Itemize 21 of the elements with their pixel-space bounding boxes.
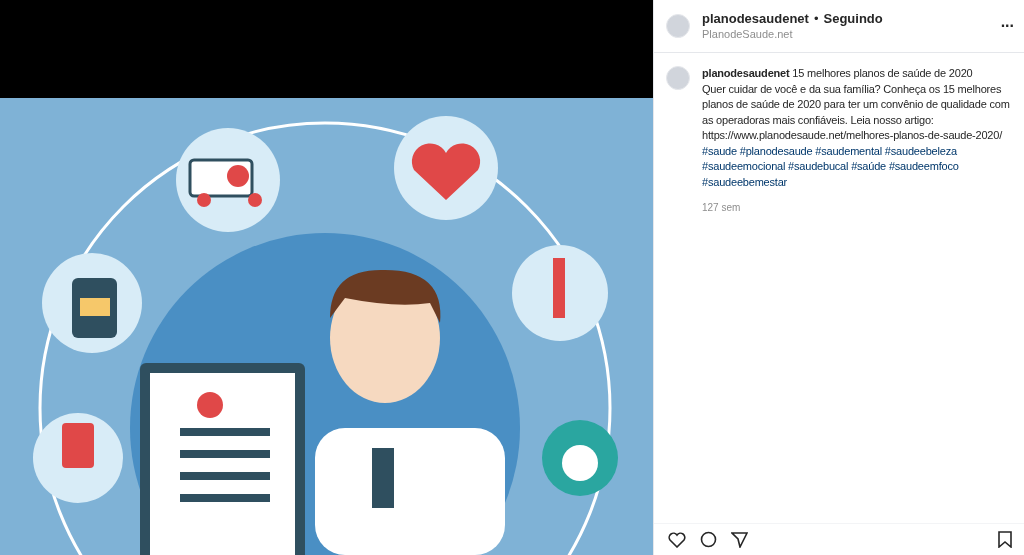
send-icon[interactable] <box>731 531 748 548</box>
username-link[interactable]: planodesaudenet <box>702 11 809 27</box>
hashtag-link[interactable]: #saudemental <box>815 144 882 157</box>
hashtag-link[interactable]: #saudebucal <box>788 160 849 172</box>
hashtag-link[interactable]: #saudeebeleza <box>884 144 957 157</box>
username-link[interactable]: planodesaudenet <box>702 67 790 79</box>
hashtag-link[interactable]: #saudeebemestar <box>702 175 788 188</box>
post-time: 127 sem <box>702 201 742 215</box>
url-text: https://www.planodesaude.net/melhores-planos-de-saude-2020/ <box>702 129 1003 141</box>
hashtag-link[interactable]: #saudeemfoco <box>888 160 959 172</box>
heart-icon[interactable] <box>668 531 686 548</box>
hashtag-link[interactable]: #saude <box>702 144 737 157</box>
more-options-button[interactable]: ... <box>1000 14 1014 38</box>
follow-status[interactable]: Seguindo <box>823 11 883 27</box>
hashtag-link[interactable]: #saudeemocional <box>702 160 786 172</box>
comment-icon[interactable] <box>700 531 717 548</box>
separator-dot: • <box>813 11 819 27</box>
hashtag-link[interactable]: #saúde <box>851 160 887 172</box>
bookmark-icon[interactable] <box>998 531 1012 548</box>
hashtag-link[interactable]: #planodesaude <box>739 144 813 157</box>
caption-text: planodesaudenet 15 melhores planos de saúde de 2020 Quer cuidar de você e da sua família? Conheça os 15 melhores planos de saúde de 2020 para ter um convênio de qualidade com as operadoras mais confiáveis. Leia nosso artigo: https://www.planodesaude.net/melhores-planos-de-saude-2020/ #saude #planodesaude #saudemental #saudeebeleza #saudeemocional #saudebucal #saúde #saudeemfoco #saudeebemestar <box>702 66 1011 190</box>
